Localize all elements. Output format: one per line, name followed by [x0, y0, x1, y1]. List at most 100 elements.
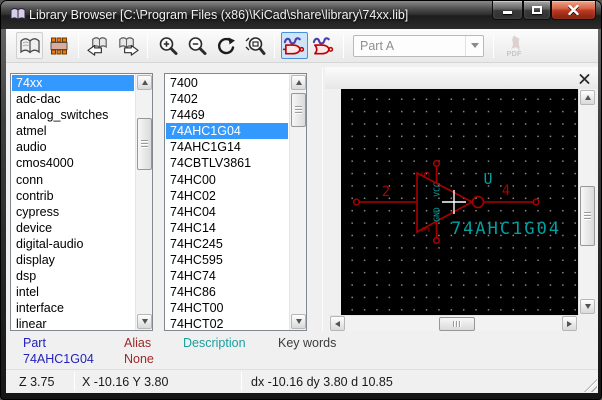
triangle-up-icon: [142, 80, 148, 85]
gate-demorgan-icon: [311, 34, 336, 58]
triangle-right-icon: [567, 321, 572, 327]
scrollbar-thumb[interactable]: [137, 118, 152, 170]
pin-name-vcc: VCC: [433, 182, 442, 197]
scroll-right-button[interactable]: [562, 316, 577, 331]
list-item[interactable]: display: [12, 252, 134, 268]
list-item[interactable]: contrib: [12, 188, 134, 204]
list-item[interactable]: analog_switches: [12, 107, 134, 123]
triangle-left-icon: [335, 321, 340, 327]
list-item[interactable]: adc-dac: [12, 91, 134, 107]
triangle-down-icon: [296, 319, 302, 324]
list-item[interactable]: 74HC04: [166, 204, 288, 220]
list-item[interactable]: 74HC245: [166, 236, 288, 252]
statusbar-separator: [74, 372, 75, 391]
scrollbar-thumb[interactable]: [580, 186, 595, 246]
pin-3-number: 3: [420, 226, 433, 233]
component-footprint-icon: [47, 35, 71, 57]
library-list-rows: 74xxadc-dacanalog_switchesatmelaudiocmos…: [12, 75, 134, 329]
pane-close-button[interactable]: [576, 71, 592, 86]
value-field: 74AHC1G04: [451, 219, 561, 239]
normal-representation-button[interactable]: [281, 32, 308, 59]
toolbar-separator: [343, 34, 344, 58]
list-item[interactable]: atmel: [12, 123, 134, 139]
resize-grip-icon[interactable]: [584, 379, 597, 392]
zoom-in-button[interactable]: [154, 32, 181, 59]
redraw-icon: [215, 35, 237, 57]
toolbar-separator: [274, 34, 275, 58]
zoom-fit-button[interactable]: [241, 32, 268, 59]
export-pdf-button[interactable]: PDF: [500, 32, 527, 59]
list-item[interactable]: cmos4000: [12, 155, 134, 171]
part-label: Part: [23, 336, 46, 350]
component-list-rows: 740074027446974AHC1G0474AHC1G1474CBTLV38…: [166, 75, 288, 329]
list-item[interactable]: 74HC86: [166, 284, 288, 300]
keywords-label: Key words: [278, 336, 336, 350]
preview-pane-header: [325, 67, 598, 89]
triangle-up-icon: [296, 80, 302, 85]
cursor-position: X -10.16 Y 3.80: [82, 375, 168, 389]
list-item[interactable]: 74CBTLV3861: [166, 155, 288, 171]
list-item[interactable]: cypress: [12, 204, 134, 220]
next-part-button[interactable]: [114, 32, 141, 59]
list-item[interactable]: interface: [12, 300, 134, 316]
list-item[interactable]: device: [12, 220, 134, 236]
close-button[interactable]: [551, 1, 596, 20]
book-arrow-left-icon: [86, 34, 111, 58]
preview-horizontal-scrollbar[interactable]: [329, 315, 578, 331]
component-list-scrollbar[interactable]: [289, 74, 306, 330]
scroll-up-button[interactable]: [580, 90, 595, 105]
scroll-left-button[interactable]: [330, 316, 345, 331]
zoom-level: Z 3.75: [19, 375, 54, 389]
list-item[interactable]: intel: [12, 284, 134, 300]
scrollbar-thumb[interactable]: [291, 93, 306, 127]
select-library-button[interactable]: [16, 32, 43, 59]
list-item[interactable]: digital-audio: [12, 236, 134, 252]
alias-label: Alias: [124, 336, 151, 350]
minimize-button[interactable]: [492, 1, 523, 20]
triangle-down-icon: [585, 304, 591, 309]
zoom-out-button[interactable]: [183, 32, 210, 59]
redraw-button[interactable]: [212, 32, 239, 59]
toolbar: Part A PDF: [6, 29, 598, 63]
previous-part-button[interactable]: [85, 32, 112, 59]
scrollbar-thumb[interactable]: [439, 317, 475, 331]
list-item[interactable]: audio: [12, 139, 134, 155]
list-item[interactable]: 74HC595: [166, 252, 288, 268]
library-list-scrollbar[interactable]: [135, 74, 152, 330]
scroll-down-button[interactable]: [580, 299, 595, 314]
list-item[interactable]: 7400: [166, 75, 288, 91]
list-item[interactable]: 74HC14: [166, 220, 288, 236]
titlebar: Library Browser [C:\Program Files (x86)\…: [1, 1, 602, 29]
scroll-down-button[interactable]: [137, 314, 152, 329]
scroll-up-button[interactable]: [137, 75, 152, 90]
symbol-canvas[interactable]: 2 4 5 3 VCC GND U 74AHC1G04: [341, 89, 578, 315]
list-item[interactable]: 74AHC1G14: [166, 139, 288, 155]
list-item[interactable]: 74AHC1G04: [166, 123, 288, 139]
scroll-down-button[interactable]: [291, 314, 306, 329]
list-item[interactable]: dsp: [12, 268, 134, 284]
list-item[interactable]: 74HC74: [166, 268, 288, 284]
select-part-button[interactable]: [45, 32, 72, 59]
crosshair-cursor: [442, 190, 466, 214]
description-label: Description: [183, 336, 246, 350]
maximize-button[interactable]: [523, 1, 551, 20]
scroll-up-button[interactable]: [291, 75, 306, 90]
toolbar-separator: [78, 34, 79, 58]
preview-vertical-scrollbar[interactable]: [578, 89, 595, 315]
list-item[interactable]: 7402: [166, 91, 288, 107]
list-item[interactable]: 74469: [166, 107, 288, 123]
list-item[interactable]: 74HC00: [166, 172, 288, 188]
list-item[interactable]: 74HC02: [166, 188, 288, 204]
pin-4-number: 4: [502, 183, 510, 199]
part-selector[interactable]: Part A: [353, 35, 484, 57]
de-morgan-representation-button[interactable]: [310, 32, 337, 59]
list-item[interactable]: 74xx: [12, 75, 134, 91]
list-item[interactable]: linear: [12, 316, 134, 329]
list-item[interactable]: 74HCT00: [166, 300, 288, 316]
list-item[interactable]: 74HCT02: [166, 316, 288, 329]
zoom-in-icon: [157, 35, 179, 57]
part-selector-value: Part A: [354, 39, 394, 53]
component-list: 740074027446974AHC1G0474AHC1G1474CBTLV38…: [164, 73, 307, 331]
list-item[interactable]: conn: [12, 172, 134, 188]
app-icon: [10, 7, 26, 22]
